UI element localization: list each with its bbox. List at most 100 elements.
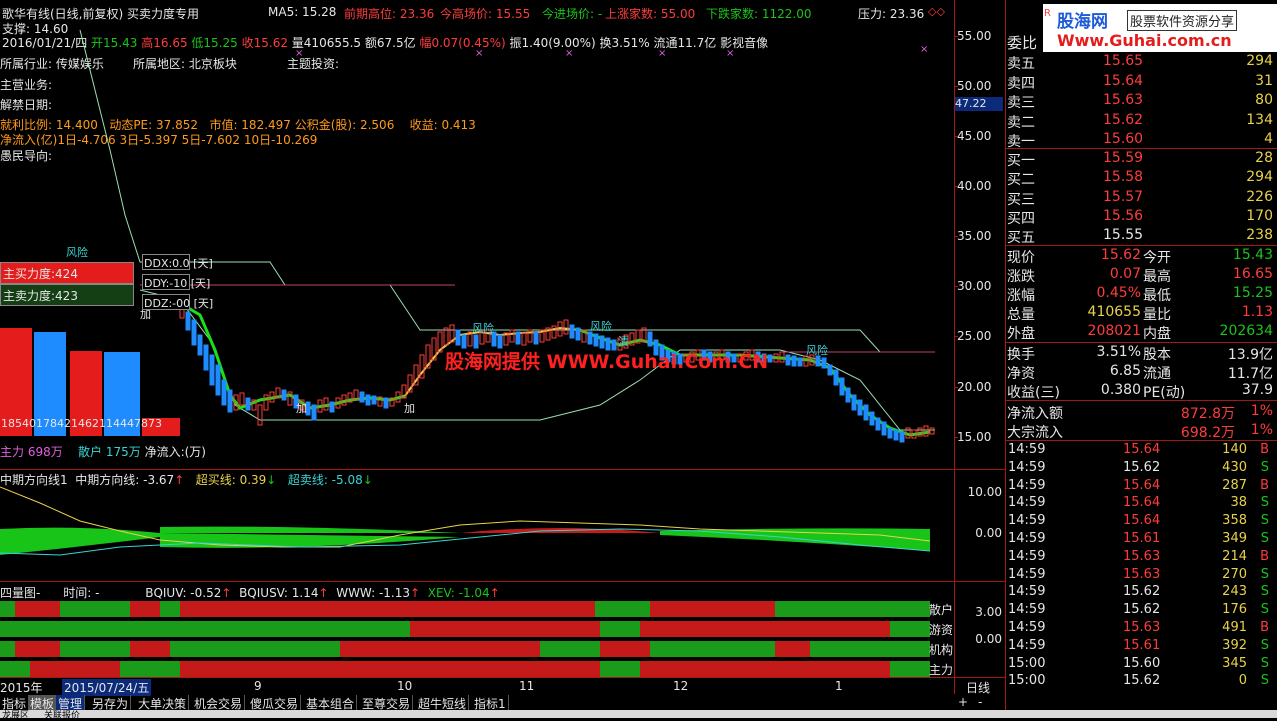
candle bbox=[899, 431, 905, 443]
sell-row[interactable]: 卖四 15.64 31 bbox=[1007, 73, 1275, 92]
volume-segment bbox=[600, 661, 640, 677]
tick-row[interactable]: 14:59 15.64 38 S bbox=[1007, 495, 1275, 513]
sell-volume: 134 bbox=[1246, 111, 1273, 128]
tick-row[interactable]: 14:59 15.63 214 B bbox=[1007, 549, 1275, 567]
volume-segment bbox=[0, 601, 15, 617]
quote-label: 股本 bbox=[1143, 347, 1171, 363]
four-volume-bars[interactable] bbox=[0, 601, 930, 677]
tab-10[interactable]: 指标1 bbox=[472, 695, 509, 711]
tick-row[interactable]: 14:59 15.61 392 S bbox=[1007, 638, 1275, 656]
zoom-out-icon[interactable]: - bbox=[978, 695, 982, 709]
panel-separator bbox=[0, 469, 1005, 470]
tick-row[interactable]: 14:59 15.64 287 B bbox=[1007, 478, 1275, 496]
tick-row[interactable]: 14:59 15.62 430 S bbox=[1007, 460, 1275, 478]
quote-row: 净资 6.85 流通 11.7亿 bbox=[1007, 363, 1275, 382]
buy-row[interactable]: 买二 15.58 294 bbox=[1007, 169, 1275, 188]
quote-value: 15.25 bbox=[1232, 285, 1273, 301]
tick-volume: 430 bbox=[1222, 459, 1247, 475]
quote-row: 涨幅 0.45% 最低 15.25 bbox=[1007, 285, 1275, 304]
tick-volume: 345 bbox=[1222, 655, 1247, 671]
logo-text: 股海网 bbox=[1057, 12, 1108, 32]
buy-volume: 238 bbox=[1246, 227, 1273, 244]
tab-9[interactable]: 超牛短线 bbox=[416, 695, 470, 711]
volume-segment bbox=[180, 661, 340, 677]
buy-price: 15.56 bbox=[1103, 207, 1144, 224]
tick-volume: 140 bbox=[1222, 442, 1247, 457]
tick-price: 15.62 bbox=[1123, 602, 1161, 618]
tick-row[interactable]: 14:59 15.61 349 S bbox=[1007, 531, 1275, 549]
candle bbox=[863, 404, 869, 421]
candle bbox=[827, 364, 833, 376]
marker-x: × bbox=[475, 48, 483, 59]
buy-volume: 170 bbox=[1246, 207, 1273, 224]
row-label-hotmoney: 游资 bbox=[929, 623, 954, 637]
volume-segment bbox=[400, 641, 540, 657]
tick-row[interactable]: 14:59 15.62 176 S bbox=[1007, 602, 1275, 620]
ddy-box: DDY:-10 [天] bbox=[142, 274, 210, 290]
mid-panel-chart[interactable] bbox=[0, 485, 955, 580]
tick-row[interactable]: 14:59 15.64 358 S bbox=[1007, 513, 1275, 531]
netflow-row: 大宗流入 698.2万 1% bbox=[1007, 422, 1275, 441]
zoom-in-icon[interactable]: + bbox=[958, 695, 968, 709]
tick-row[interactable]: 14:59 15.63 491 B bbox=[1007, 620, 1275, 638]
candle bbox=[785, 354, 791, 366]
volume-segment bbox=[130, 601, 160, 617]
volume-segment bbox=[810, 641, 930, 657]
period-label[interactable]: 日线 bbox=[966, 679, 990, 696]
tick-row[interactable]: 14:59 15.64 140 B bbox=[1007, 442, 1275, 460]
month-label: 11 bbox=[519, 679, 535, 693]
tick-volume: 38 bbox=[1230, 495, 1247, 511]
tick-price: 15.64 bbox=[1123, 513, 1161, 529]
axis-tick bbox=[954, 336, 958, 337]
sell-label: 卖四 bbox=[1007, 75, 1035, 92]
quote-label: PE(动) bbox=[1143, 385, 1186, 401]
buy-row[interactable]: 买一 15.59 28 bbox=[1007, 150, 1275, 169]
sell-row[interactable]: 卖二 15.62 134 bbox=[1007, 112, 1275, 131]
marker-x: × bbox=[565, 48, 573, 59]
volume-segment bbox=[890, 621, 930, 637]
tick-row[interactable]: 15:00 15.62 0 S bbox=[1007, 673, 1275, 691]
quote-row: 总量 410655 量比 1.13 bbox=[1007, 304, 1275, 323]
buy-row[interactable]: 买三 15.57 226 bbox=[1007, 189, 1275, 208]
candle bbox=[881, 421, 887, 436]
tab-6[interactable]: 傻瓜交易 bbox=[248, 695, 302, 711]
tick-row[interactable]: 14:59 15.63 270 S bbox=[1007, 567, 1275, 585]
tick-row[interactable]: 15:00 15.60 345 S bbox=[1007, 656, 1275, 674]
price-axis-label: 50.00 bbox=[957, 79, 992, 93]
buy-row[interactable]: 买四 15.56 170 bbox=[1007, 208, 1275, 227]
tab-4[interactable]: 大单决策 bbox=[136, 695, 190, 711]
candle bbox=[371, 395, 377, 405]
buy-volume: 28 bbox=[1255, 150, 1273, 166]
quote-label: 内盘 bbox=[1143, 326, 1171, 342]
tab-8[interactable]: 至尊交易 bbox=[360, 695, 414, 711]
mid-axis-label: 10.00 bbox=[967, 485, 1002, 499]
buy-volume: 226 bbox=[1246, 188, 1273, 205]
tab-7[interactable]: 基本组合 bbox=[304, 695, 358, 711]
price-chart[interactable]: × × × × × × bbox=[0, 0, 955, 470]
volume-segment bbox=[775, 601, 930, 617]
netflow-pct: 1% bbox=[1250, 403, 1273, 419]
sell-row[interactable]: 卖三 15.63 80 bbox=[1007, 92, 1275, 111]
tick-side: S bbox=[1260, 637, 1269, 653]
tick-side: S bbox=[1260, 495, 1269, 511]
tick-side: S bbox=[1260, 584, 1269, 600]
bar-value-labels: 18540178421462114447873 bbox=[1, 417, 162, 430]
tab-5[interactable]: 机会交易 bbox=[192, 695, 246, 711]
quote-value: 15.62 bbox=[1100, 247, 1141, 263]
logo-url: Www.Guhai.com.cn bbox=[1057, 31, 1232, 50]
tick-volume: 270 bbox=[1222, 566, 1247, 582]
volume-segment bbox=[15, 641, 60, 657]
candle bbox=[839, 377, 845, 396]
volume-segment bbox=[0, 641, 15, 657]
axis-tick bbox=[954, 36, 958, 37]
sell-row[interactable]: 卖五 15.65 294 bbox=[1007, 53, 1275, 72]
candle bbox=[221, 379, 227, 406]
quote-label: 净资 bbox=[1007, 366, 1035, 382]
tick-row[interactable]: 14:59 15.62 243 S bbox=[1007, 584, 1275, 602]
candle bbox=[197, 334, 203, 356]
candle bbox=[515, 331, 521, 345]
candle bbox=[365, 394, 371, 406]
buy-row[interactable]: 买五 15.55 238 bbox=[1007, 227, 1275, 246]
risk-label: 风险 bbox=[806, 344, 828, 357]
tab-3[interactable]: 另存为 bbox=[90, 695, 132, 711]
